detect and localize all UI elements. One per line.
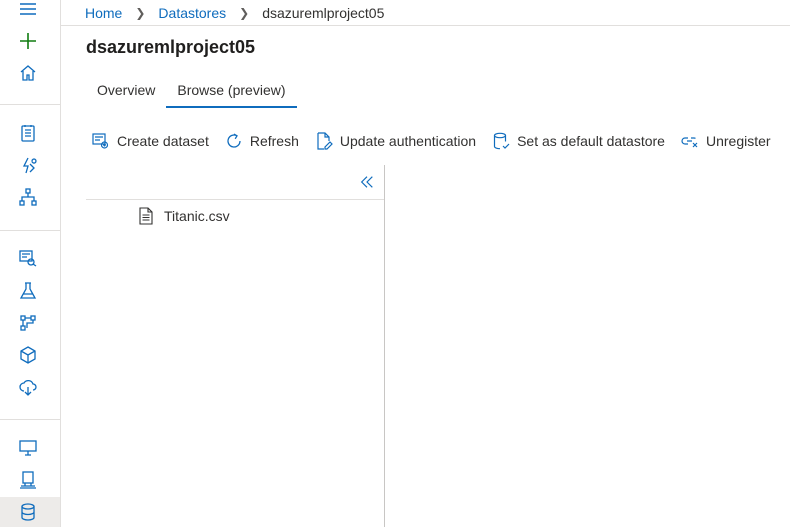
refresh-button[interactable]: Refresh (225, 132, 299, 150)
create-dataset-button[interactable]: Create dataset (92, 132, 209, 150)
refresh-label: Refresh (249, 133, 299, 149)
edit-document-icon (317, 132, 333, 150)
chevron-right-icon: ❯ (135, 5, 146, 20)
unlink-icon (681, 137, 698, 148)
set-default-datastore-button[interactable]: Set as default datastore (492, 132, 665, 150)
breadcrumb-home[interactable]: Home (85, 5, 122, 21)
unregister-button[interactable]: Unregister (681, 132, 771, 150)
experiments-icon[interactable] (15, 278, 41, 304)
update-authentication-label: Update authentication (339, 133, 477, 149)
left-nav-rail (0, 0, 61, 527)
notebook-icon[interactable] (15, 120, 41, 146)
designer-icon[interactable] (15, 184, 41, 210)
tab-browse-preview[interactable]: Browse (preview) (166, 80, 297, 108)
compute-icon[interactable] (15, 435, 41, 461)
pipelines-icon[interactable] (15, 310, 41, 336)
create-dataset-label: Create dataset (117, 133, 209, 149)
chevron-right-icon: ❯ (239, 5, 250, 20)
file-tree-header (86, 165, 384, 200)
breadcrumb-current: dsazuremlproject05 (262, 4, 385, 21)
environments-icon[interactable] (15, 467, 41, 493)
file-tree-pane: Titanic.csv (86, 165, 385, 527)
unregister-label: Unregister (705, 133, 771, 149)
breadcrumb-datastores[interactable]: Datastores (158, 5, 226, 21)
automl-icon[interactable] (15, 153, 41, 179)
breadcrumb: Home ❯ Datastores ❯ dsazuremlproject05 (61, 0, 790, 26)
endpoints-icon[interactable] (15, 374, 41, 400)
double-chevron-left-icon (360, 176, 373, 188)
collapse-pane-button[interactable] (358, 173, 376, 191)
models-icon[interactable] (15, 342, 41, 368)
hamburger-icon[interactable] (15, 0, 41, 22)
page-title: dsazuremlproject05 (86, 37, 256, 57)
rail-divider (0, 419, 60, 420)
rail-divider (0, 104, 60, 105)
home-icon[interactable] (15, 60, 41, 86)
file-item-titanic-csv[interactable]: Titanic.csv (138, 207, 230, 225)
update-authentication-button[interactable]: Update authentication (315, 132, 476, 150)
create-dataset-icon (92, 133, 109, 149)
document-icon (139, 207, 153, 225)
tab-overview[interactable]: Overview (86, 80, 166, 108)
refresh-icon (227, 133, 241, 148)
set-default-datastore-label: Set as default datastore (517, 133, 665, 149)
command-bar: Create dataset Refresh Update authentica… (92, 132, 787, 150)
datasets-icon[interactable] (15, 245, 41, 271)
file-name: Titanic.csv (164, 208, 230, 224)
tab-bar: Overview Browse (preview) (86, 80, 297, 108)
plus-icon[interactable] (15, 28, 41, 54)
rail-divider (0, 230, 60, 231)
datastores-icon[interactable] (15, 499, 41, 525)
database-check-icon (493, 132, 510, 150)
